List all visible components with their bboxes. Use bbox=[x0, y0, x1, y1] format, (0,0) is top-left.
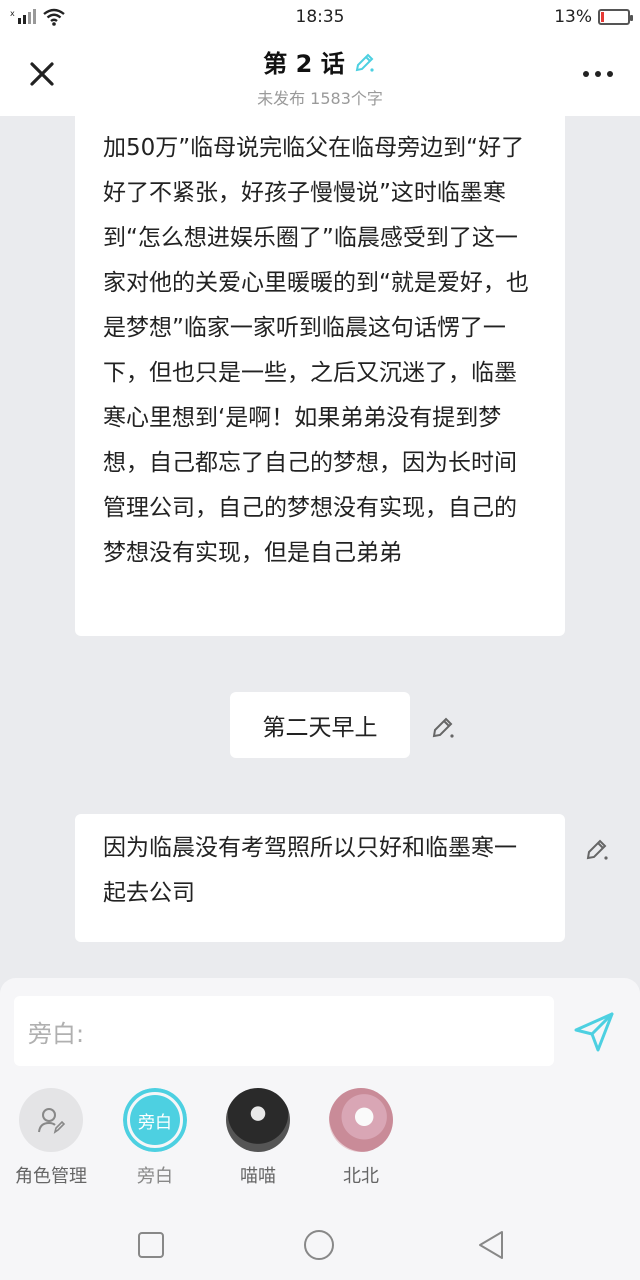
role-manage-button[interactable] bbox=[19, 1088, 83, 1152]
selected-ring: 旁白 bbox=[123, 1088, 187, 1152]
status-bar: x 18:35 13% bbox=[0, 0, 640, 34]
back-icon[interactable] bbox=[474, 1228, 508, 1262]
battery-icon bbox=[598, 9, 633, 25]
narration-bubble[interactable]: 加50万”临母说完临父在临母旁边到“好了好了不紧张，好孩子慢慢说”这时临墨寒到“… bbox=[75, 116, 565, 636]
header: 第 2 话 未发布 1583个字 bbox=[0, 34, 640, 116]
role-label: 旁白 bbox=[137, 1166, 173, 1187]
edit-title-icon[interactable] bbox=[353, 50, 377, 74]
bubble-text: 因为临晨没有考驾照所以只好和临墨寒一起去公司 bbox=[103, 835, 517, 906]
battery-fill bbox=[601, 12, 604, 22]
edit-icon[interactable] bbox=[430, 714, 456, 740]
bubble-text: 加50万”临母说完临父在临母旁边到“好了好了不紧张，好孩子慢慢说”这时临墨寒到“… bbox=[103, 135, 529, 566]
title-wrap: 第 2 话 未发布 1583个字 bbox=[0, 44, 640, 109]
role-narration-item[interactable]: 旁白 旁白 bbox=[105, 1088, 205, 1188]
home-icon[interactable] bbox=[302, 1228, 336, 1262]
composer: 旁白: 角色管理 旁白 旁白 喵喵 北北 bbox=[0, 978, 640, 1210]
role-manage-icon bbox=[38, 1108, 66, 1134]
avatar[interactable] bbox=[329, 1088, 393, 1152]
role-manage-item[interactable]: 角色管理 bbox=[1, 1088, 101, 1188]
edit-icon[interactable] bbox=[584, 836, 610, 862]
narration-bubble[interactable]: 因为临晨没有考驾照所以只好和临墨寒一起去公司 bbox=[75, 814, 565, 942]
chat-area[interactable]: 加50万”临母说完临父在临母旁边到“好了好了不紧张，好孩子慢慢说”这时临墨寒到“… bbox=[0, 116, 640, 978]
recent-apps-icon[interactable] bbox=[134, 1228, 168, 1262]
status-time: 18:35 bbox=[295, 7, 345, 27]
role-miaomiao-item[interactable]: 喵喵 bbox=[208, 1088, 308, 1188]
narration-badge: 旁白 bbox=[130, 1095, 180, 1145]
send-icon[interactable] bbox=[572, 1010, 616, 1054]
navigation-bar bbox=[0, 1210, 640, 1280]
page-subtitle: 未发布 1583个字 bbox=[257, 89, 383, 108]
role-label: 喵喵 bbox=[240, 1166, 276, 1187]
page-title: 第 2 话 bbox=[263, 50, 345, 78]
role-label: 北北 bbox=[343, 1166, 379, 1187]
scene-text: 第二天早上 bbox=[262, 715, 378, 741]
narration-avatar[interactable]: 旁白 bbox=[123, 1088, 187, 1152]
message-input[interactable]: 旁白: bbox=[14, 996, 554, 1066]
role-beibei-item[interactable]: 北北 bbox=[311, 1088, 411, 1188]
role-label: 角色管理 bbox=[15, 1166, 87, 1187]
role-list: 角色管理 旁白 旁白 喵喵 北北 bbox=[0, 1088, 640, 1198]
input-placeholder: 旁白: bbox=[28, 1019, 85, 1048]
more-icon[interactable] bbox=[580, 60, 616, 88]
scene-card[interactable]: 第二天早上 bbox=[230, 692, 410, 758]
avatar[interactable] bbox=[226, 1088, 290, 1152]
title-row[interactable]: 第 2 话 bbox=[263, 44, 376, 79]
